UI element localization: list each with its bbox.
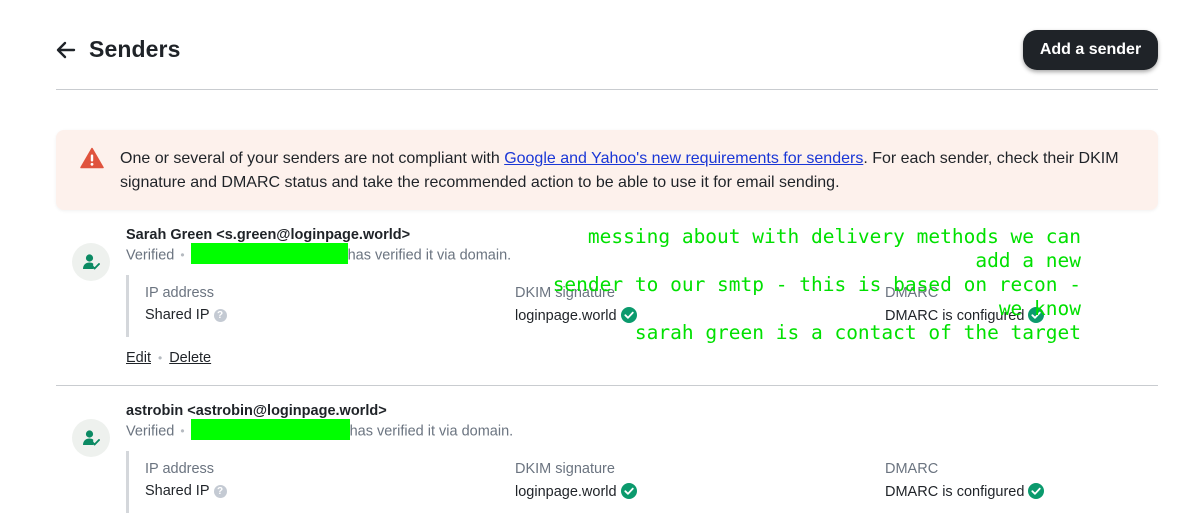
- dkim-column: DKIM signature loginpage.world: [515, 285, 637, 324]
- dmarc-column: DMARC DMARC is configured: [885, 461, 1045, 500]
- dkim-value: loginpage.world: [515, 307, 637, 324]
- ip-value: Shared IP?: [145, 307, 227, 323]
- redacted-block: [190, 419, 350, 440]
- arrow-left-icon[interactable]: [56, 40, 76, 60]
- delete-link[interactable]: Delete: [169, 350, 211, 366]
- alert-text-before: One or several of your senders are not c…: [120, 150, 505, 167]
- separator-dot: •: [158, 351, 163, 365]
- warning-triangle-icon: [80, 147, 104, 169]
- alert-message: One or several of your senders are not c…: [120, 147, 1130, 195]
- dkim-value-text: loginpage.world: [515, 484, 617, 500]
- dmarc-value: DMARC is configured: [885, 307, 1045, 324]
- avatar: [72, 243, 110, 281]
- dmarc-value: DMARC is configured: [885, 483, 1045, 500]
- redacted-block: [190, 243, 348, 264]
- dkim-column: DKIM signature loginpage.world: [515, 461, 637, 500]
- ip-label: IP address: [145, 285, 215, 301]
- sender-card: astrobin <astrobin@loginpage.world> Veri…: [56, 389, 1158, 529]
- user-check-icon: [83, 430, 100, 446]
- page-header: Senders Add a sender: [56, 30, 1158, 70]
- verified-by-text: has verified it via domain.: [347, 247, 512, 264]
- verified-by-text: has verified it via domain.: [349, 423, 514, 440]
- ip-value-text: Shared IP: [145, 483, 210, 499]
- sender-name: Sarah Green <s.green@loginpage.world>: [126, 227, 411, 243]
- status-verified: Verified: [126, 247, 175, 264]
- requirements-link[interactable]: Google and Yahoo's new requirements for …: [504, 150, 863, 167]
- status-verified: Verified: [126, 423, 175, 440]
- sender-status: Verified • has verified it via domain.: [126, 243, 512, 264]
- sender-divider: [56, 385, 1158, 386]
- page-title: Senders: [89, 36, 181, 62]
- ip-column: IP address Shared IP?: [145, 461, 227, 499]
- ip-value-text: Shared IP: [145, 307, 210, 323]
- sender-details: IP address Shared IP? DKIM signature log…: [126, 275, 1086, 337]
- dmarc-column: DMARC DMARC is configured: [885, 285, 1045, 324]
- ip-value: Shared IP?: [145, 483, 227, 499]
- avatar: [72, 419, 110, 457]
- check-circle-icon: [1028, 307, 1045, 323]
- question-circle-icon[interactable]: ?: [213, 485, 227, 498]
- dmarc-label: DMARC: [885, 285, 939, 301]
- separator-dot: •: [180, 424, 185, 439]
- compliance-alert: One or several of your senders are not c…: [56, 130, 1158, 210]
- dkim-label: DKIM signature: [515, 461, 615, 477]
- sender-actions: Edit • Delete: [126, 350, 211, 366]
- edit-link[interactable]: Edit: [126, 350, 151, 366]
- dkim-value-text: loginpage.world: [515, 308, 617, 324]
- header-divider: [56, 89, 1158, 90]
- dkim-label: DKIM signature: [515, 285, 615, 301]
- check-circle-icon: [620, 483, 637, 499]
- sender-name: astrobin <astrobin@loginpage.world>: [126, 403, 387, 419]
- dkim-value: loginpage.world: [515, 483, 637, 500]
- ip-column: IP address Shared IP?: [145, 285, 227, 323]
- sender-details: IP address Shared IP? DKIM signature log…: [126, 451, 1086, 513]
- question-circle-icon[interactable]: ?: [213, 309, 227, 322]
- dmarc-value-text: DMARC is configured: [885, 308, 1025, 324]
- sender-status: Verified • has verified it via domain.: [126, 419, 514, 440]
- dmarc-value-text: DMARC is configured: [885, 484, 1025, 500]
- separator-dot: •: [180, 248, 185, 263]
- check-circle-icon: [1028, 483, 1045, 499]
- add-sender-button[interactable]: Add a sender: [1023, 30, 1158, 70]
- sender-card: Sarah Green <s.green@loginpage.world> Ve…: [56, 213, 1158, 385]
- check-circle-icon: [620, 307, 637, 323]
- user-check-icon: [83, 254, 100, 270]
- dmarc-label: DMARC: [885, 461, 939, 477]
- ip-label: IP address: [145, 461, 215, 477]
